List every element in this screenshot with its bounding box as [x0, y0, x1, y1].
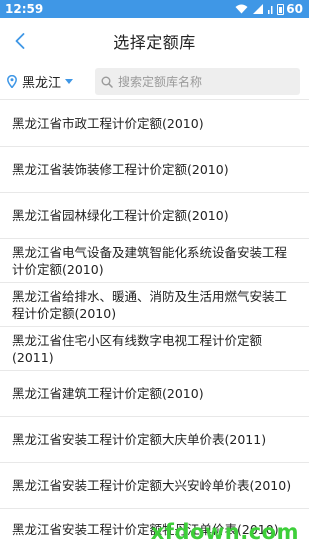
search-icon [101, 76, 113, 88]
search-box[interactable] [95, 68, 300, 95]
chevron-left-icon [15, 33, 25, 49]
battery-icon [277, 3, 285, 15]
status-icons: 60 [235, 2, 303, 16]
quota-library-list: 黑龙江省市政工程计价定额(2010) 黑龙江省装饰装修工程计价定额(2010) … [0, 101, 309, 550]
list-item[interactable]: 黑龙江省住宅小区有线数字电视工程计价定额(2011) [0, 327, 309, 371]
location-pin-icon [7, 75, 17, 88]
back-button[interactable] [10, 30, 30, 52]
list-item[interactable]: 黑龙江省建筑工程计价定额(2010) [0, 371, 309, 417]
signal-icon [253, 4, 264, 14]
list-item[interactable]: 黑龙江省装饰装修工程计价定额(2010) [0, 147, 309, 193]
list-item-label: 黑龙江省建筑工程计价定额(2010) [12, 386, 204, 401]
list-item-label: 黑龙江省市政工程计价定额(2010) [12, 116, 204, 131]
list-item[interactable]: 黑龙江省安装工程计价定额大庆单价表(2011) [0, 417, 309, 463]
search-row: 黑龙江 [0, 64, 309, 100]
region-label: 黑龙江 [22, 76, 62, 91]
list-item-label: 黑龙江省安装工程计价定额大兴安岭单价表(2010) [12, 478, 292, 493]
list-item-label: 黑龙江省电气设备及建筑智能化系统设备安装工程计价定额(2010) [12, 244, 288, 277]
status-time: 12:59 [5, 2, 44, 16]
page-title: 选择定额库 [113, 33, 196, 52]
status-bar: 12:59 60 [0, 0, 309, 18]
list-item[interactable]: 黑龙江省给排水、暖通、消防及生活用燃气安装工程计价定额(2010) [0, 283, 309, 327]
list-item[interactable]: 黑龙江省电气设备及建筑智能化系统设备安装工程计价定额(2010) [0, 239, 309, 283]
list-item-label: 黑龙江省住宅小区有线数字电视工程计价定额(2011) [12, 332, 263, 365]
list-item-label: 黑龙江省给排水、暖通、消防及生活用燃气安装工程计价定额(2010) [12, 288, 288, 321]
list-item-label: 黑龙江省装饰装修工程计价定额(2010) [12, 162, 229, 177]
region-selector[interactable]: 黑龙江 [7, 72, 95, 91]
battery-indicator: 60 [277, 2, 303, 16]
signal-bars-icon [268, 6, 273, 14]
search-input[interactable] [118, 74, 278, 89]
list-item[interactable]: 黑龙江省园林绿化工程计价定额(2010) [0, 193, 309, 239]
list-item-label: 黑龙江省安装工程计价定额大庆单价表(2011) [12, 432, 267, 447]
watermark: xfdown.com [150, 520, 299, 544]
battery-level: 60 [286, 2, 303, 16]
caret-down-icon [65, 79, 74, 84]
list-item[interactable]: 黑龙江省市政工程计价定额(2010) [0, 101, 309, 147]
list-item[interactable]: 黑龙江省安装工程计价定额大兴安岭单价表(2010) [0, 463, 309, 509]
header: 选择定额库 [0, 18, 309, 64]
wifi-icon [235, 4, 248, 14]
list-item-label: 黑龙江省园林绿化工程计价定额(2010) [12, 208, 229, 223]
